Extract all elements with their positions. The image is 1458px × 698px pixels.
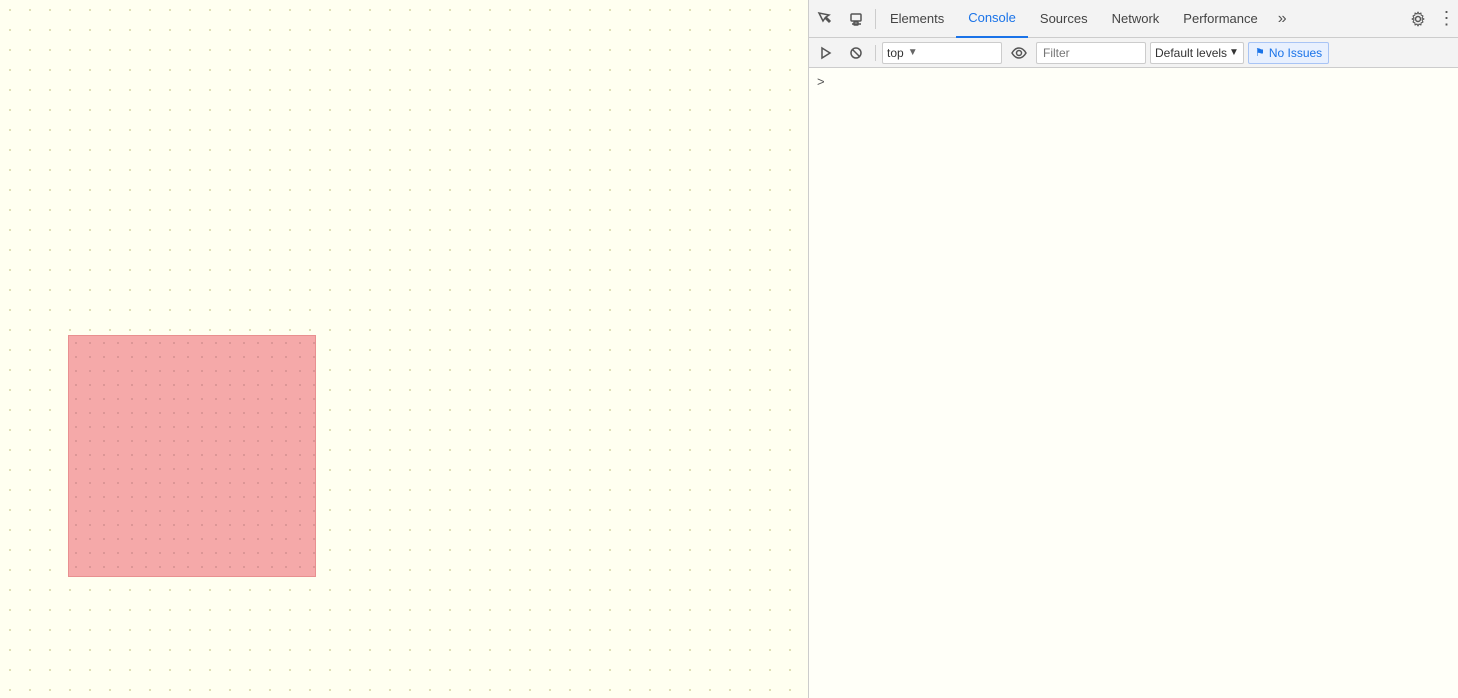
- console-prompt-row: >: [809, 72, 1458, 91]
- toolbar-separator-1: [875, 9, 876, 29]
- tab-console[interactable]: Console: [956, 0, 1028, 38]
- context-selector[interactable]: top ▼: [882, 42, 1002, 64]
- console-content: >: [809, 68, 1458, 698]
- inspect-element-button[interactable]: [809, 0, 841, 38]
- clear-console-button[interactable]: [843, 42, 869, 64]
- eye-icon: [1011, 46, 1027, 60]
- tab-performance[interactable]: Performance: [1171, 0, 1269, 38]
- tab-sources[interactable]: Sources: [1028, 0, 1100, 38]
- flag-icon: ⚑: [1255, 46, 1265, 59]
- gear-icon: [1410, 11, 1426, 27]
- tab-elements[interactable]: Elements: [878, 0, 956, 38]
- inspect-icon: [817, 11, 833, 27]
- play-icon: [819, 46, 833, 60]
- console-separator-1: [875, 45, 876, 61]
- console-chevron-icon: >: [817, 74, 825, 89]
- devtools-more-button[interactable]: ⋮: [1434, 0, 1458, 38]
- settings-button[interactable]: [1402, 0, 1434, 38]
- execute-script-button[interactable]: [813, 42, 839, 64]
- filter-input[interactable]: [1036, 42, 1146, 64]
- devtools-tab-bar: Elements Console Sources Network Perform…: [809, 0, 1458, 38]
- ban-icon: [849, 46, 863, 60]
- more-tabs-button[interactable]: »: [1270, 0, 1295, 38]
- log-levels-selector[interactable]: Default levels ▼: [1150, 42, 1244, 64]
- device-icon: [849, 11, 865, 27]
- device-toggle-button[interactable]: [841, 0, 873, 38]
- page-area: [0, 0, 808, 698]
- levels-arrow-icon: ▼: [1229, 47, 1239, 58]
- pink-box: [68, 335, 316, 577]
- no-issues-button[interactable]: ⚑ No Issues: [1248, 42, 1329, 64]
- devtools-panel: Elements Console Sources Network Perform…: [808, 0, 1458, 698]
- context-value: top: [887, 46, 904, 60]
- no-issues-label: No Issues: [1269, 46, 1322, 60]
- context-arrow-icon: ▼: [908, 47, 918, 58]
- live-expressions-button[interactable]: [1006, 42, 1032, 64]
- more-icon: ⋮: [1438, 8, 1455, 29]
- levels-label: Default levels: [1155, 46, 1227, 60]
- tab-network[interactable]: Network: [1100, 0, 1172, 38]
- console-toolbar: top ▼ Default levels ▼ ⚑ No Issues: [809, 38, 1458, 68]
